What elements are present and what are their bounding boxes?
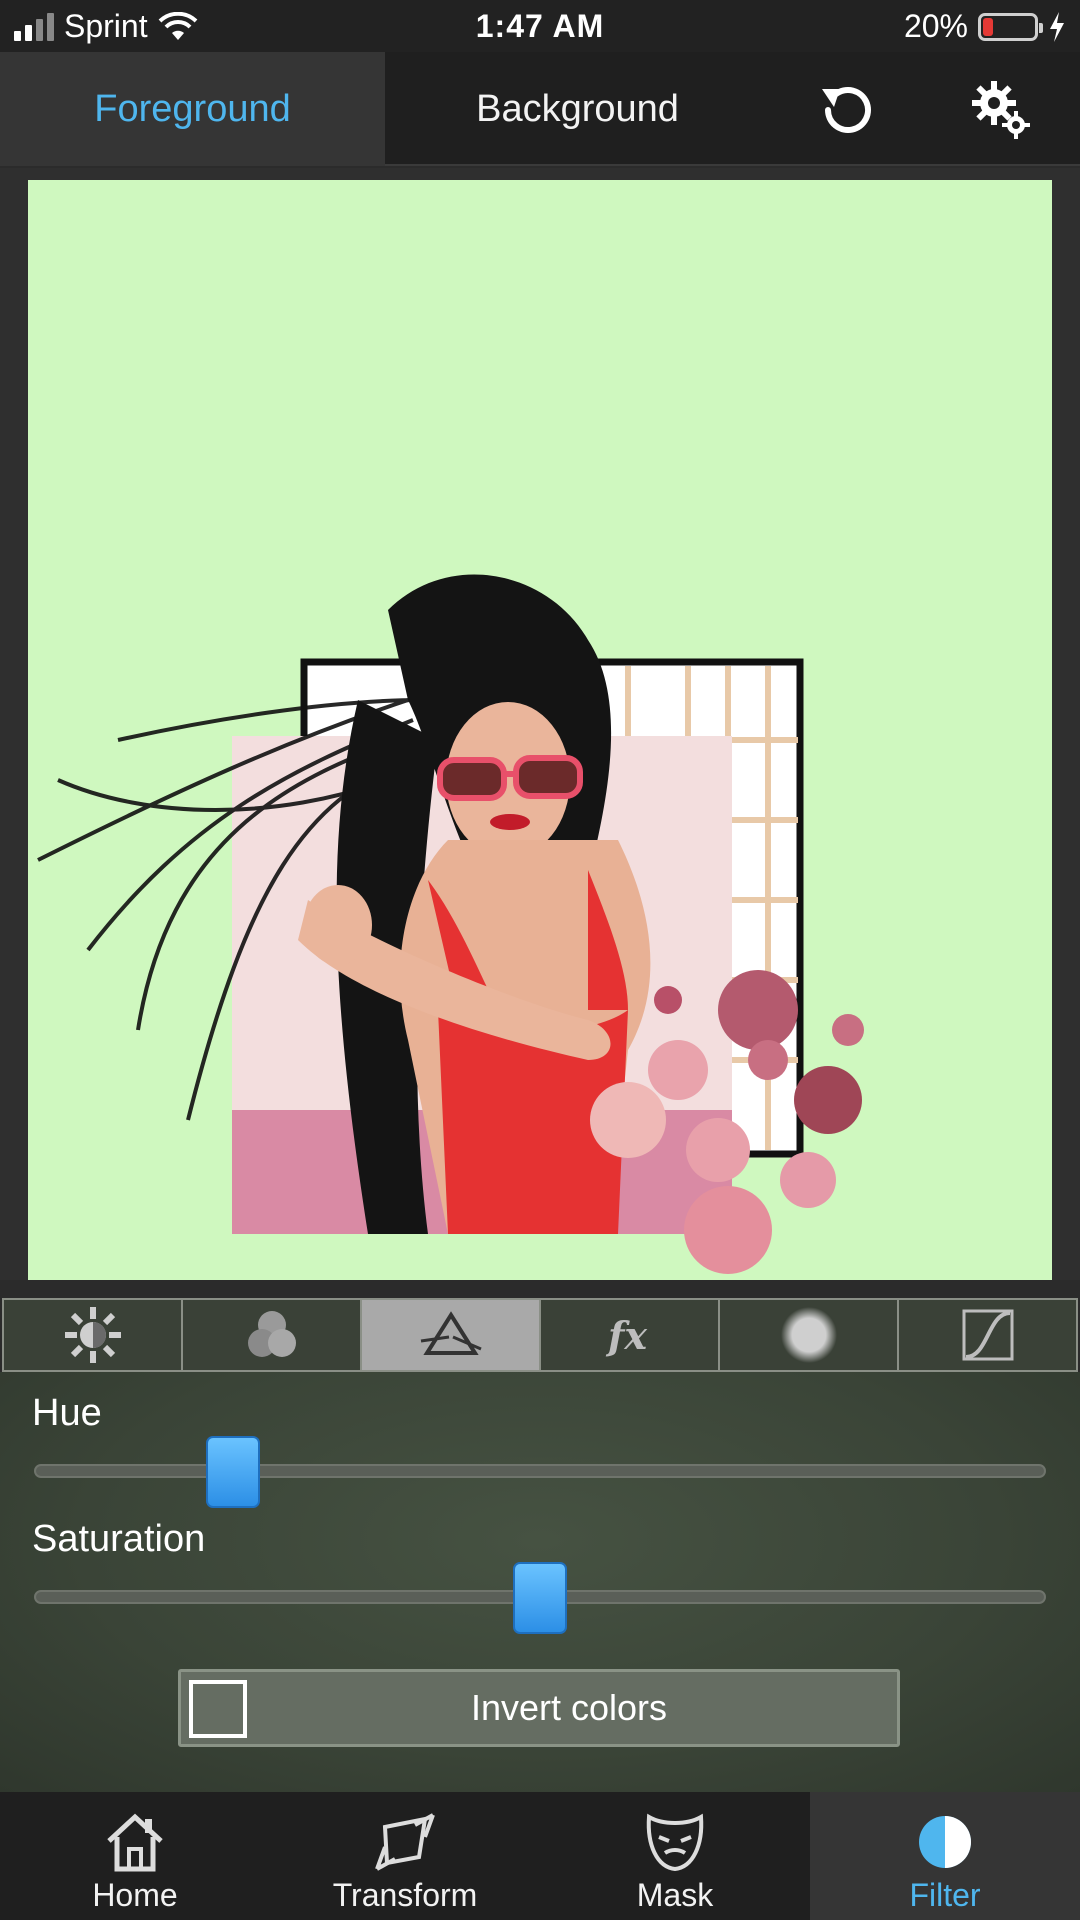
- home-icon: [107, 1813, 163, 1872]
- invert-colors-button[interactable]: Invert colors: [178, 1669, 900, 1747]
- adjustments-panel: Hue Saturation Invert colors: [0, 1372, 1080, 1792]
- nav-filter-label: Filter: [909, 1877, 981, 1913]
- charging-bolt-icon: [1050, 11, 1064, 42]
- filter-tool-bar: fx: [2, 1298, 1078, 1372]
- battery-level: [983, 17, 993, 36]
- workspace: [0, 168, 1080, 1280]
- hue-slider-track[interactable]: [34, 1464, 1046, 1478]
- nav-mask[interactable]: Mask: [540, 1792, 810, 1920]
- bottom-nav: Home Transform Mask Filter: [0, 1792, 1080, 1920]
- saturation-label: Saturation: [32, 1518, 206, 1560]
- nav-transform[interactable]: Transform: [270, 1792, 540, 1920]
- nav-filter[interactable]: Filter: [810, 1792, 1080, 1920]
- tab-background-label: Background: [476, 87, 679, 130]
- tool-effects[interactable]: fx: [541, 1300, 720, 1370]
- status-bar: Sprint 1:47 AM 20%: [0, 0, 1080, 52]
- undo-icon[interactable]: [814, 77, 880, 143]
- nav-mask-label: Mask: [636, 1877, 714, 1913]
- app-root: Sprint 1:47 AM 20% Foreground Background: [0, 0, 1080, 1920]
- tab-foreground[interactable]: Foreground: [0, 52, 385, 166]
- nav-home[interactable]: Home: [0, 1792, 270, 1920]
- rgb-channels-icon: [247, 1311, 296, 1357]
- image-canvas[interactable]: [28, 180, 1052, 1280]
- curves-icon: [962, 1309, 1013, 1361]
- fx-icon: fx: [605, 1313, 648, 1358]
- battery-icon: [978, 12, 1043, 41]
- battery-percent: 20%: [903, 8, 968, 44]
- tool-blur[interactable]: [720, 1300, 899, 1370]
- prism-icon: [420, 1311, 482, 1355]
- mask-icon: [646, 1813, 704, 1872]
- top-tab-bar: Foreground Background: [0, 52, 1080, 166]
- svg-text:fx: fx: [605, 1313, 648, 1358]
- tool-channels[interactable]: [183, 1300, 362, 1370]
- hue-label: Hue: [32, 1392, 102, 1434]
- filter-icon: [919, 1816, 971, 1868]
- hue-slider-thumb[interactable]: [206, 1436, 260, 1508]
- tab-foreground-label: Foreground: [94, 87, 291, 130]
- nav-transform-label: Transform: [332, 1877, 478, 1913]
- invert-colors-checkbox[interactable]: [189, 1680, 247, 1738]
- saturation-slider-thumb[interactable]: [513, 1562, 567, 1634]
- tool-curves[interactable]: [899, 1300, 1076, 1370]
- tool-hue-saturation[interactable]: [362, 1300, 541, 1370]
- tab-background[interactable]: Background: [385, 52, 770, 166]
- tool-brightness[interactable]: [4, 1300, 183, 1370]
- composite-image[interactable]: [28, 180, 1052, 1280]
- blur-icon: [780, 1307, 837, 1363]
- transform-icon: [375, 1813, 435, 1871]
- nav-home-label: Home: [92, 1877, 178, 1913]
- invert-colors-label: Invert colors: [470, 1687, 668, 1728]
- gear-icon[interactable]: [968, 77, 1034, 143]
- status-right: 20%: [904, 8, 1066, 45]
- brightness-icon: [64, 1307, 121, 1363]
